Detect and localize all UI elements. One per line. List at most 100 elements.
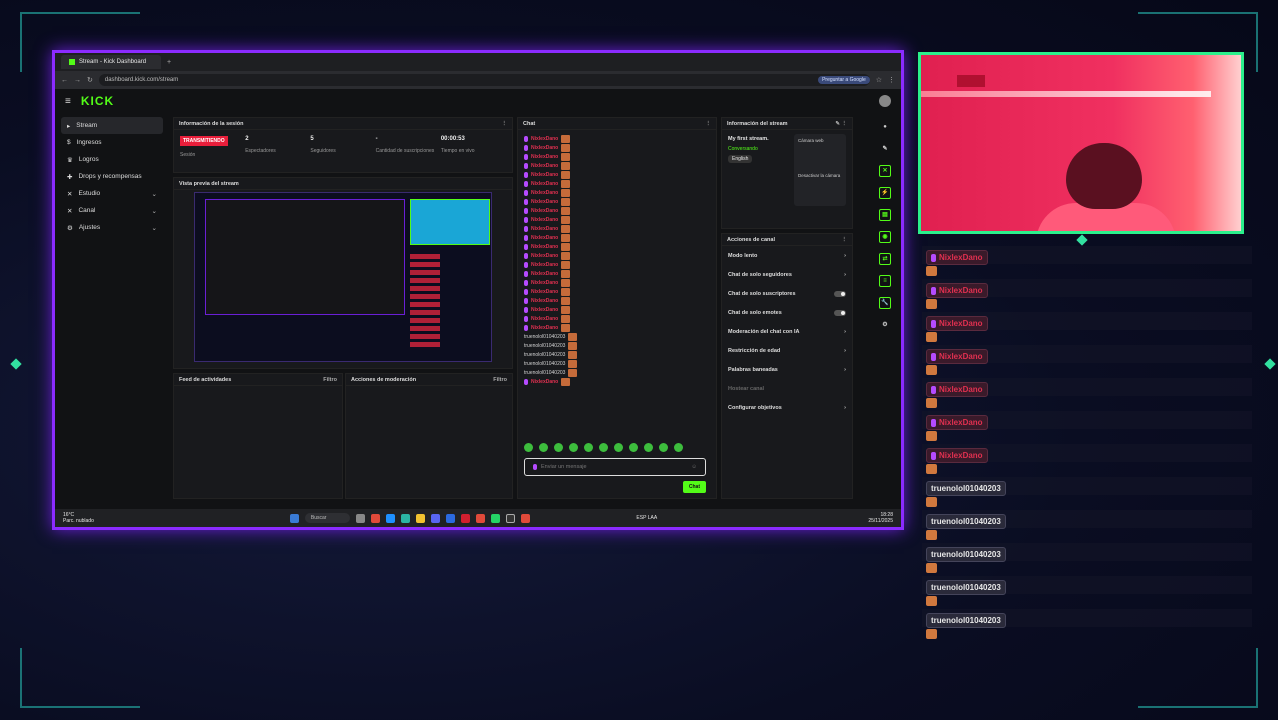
document-icon[interactable]: ▤ <box>879 209 891 221</box>
chat-bubble-icon[interactable]: ◉ <box>879 231 891 243</box>
chat-username[interactable]: NixlexDano <box>531 136 558 142</box>
taskbar-clock[interactable]: 18:28 25/11/2025 <box>868 512 893 524</box>
webcam-popup-label[interactable]: Cámara web <box>798 138 842 143</box>
obs-icon[interactable] <box>506 513 516 523</box>
chrome-icon[interactable] <box>371 513 381 523</box>
app-icon[interactable] <box>401 513 411 523</box>
info-icon[interactable]: ● <box>879 121 891 133</box>
chat-username[interactable]: NixlexDano <box>531 226 558 232</box>
chat-username[interactable]: NixlexDano <box>531 172 558 178</box>
stream-preview-video[interactable] <box>194 192 492 362</box>
chat-username[interactable]: NixlexDano <box>531 244 558 250</box>
moderation-filter-button[interactable]: Filtro <box>493 377 507 383</box>
chat-username[interactable]: NixlexDano <box>531 145 558 151</box>
channel-action-item[interactable]: Restricción de edad › <box>722 341 852 360</box>
toggle-switch[interactable] <box>834 290 846 297</box>
chat-message-input[interactable]: Enviar un mensaje ☺ <box>524 458 706 476</box>
chat-username[interactable]: NixlexDano <box>531 298 558 304</box>
emoji-picker-icon[interactable]: ☺ <box>691 464 697 470</box>
emote-icon[interactable] <box>554 443 563 452</box>
chat-username[interactable]: NixlexDano <box>531 307 558 313</box>
chat-username[interactable]: truenolol01040203 <box>524 334 565 340</box>
chat-username[interactable]: truenolol01040203 <box>524 370 565 376</box>
chat-username[interactable]: truenolol01040203 <box>524 352 565 358</box>
toggle-switch[interactable] <box>834 309 846 316</box>
chat-username[interactable]: NixlexDano <box>531 163 558 169</box>
discord-icon[interactable] <box>431 513 441 523</box>
taskbar-lang[interactable]: ESP LAA <box>636 515 657 521</box>
chat-username[interactable]: NixlexDano <box>531 316 558 322</box>
sidebar-item-ingresos[interactable]: $ Ingresos <box>61 134 163 151</box>
chat-username[interactable]: NixlexDano <box>531 325 558 331</box>
whatsapp-icon[interactable] <box>491 513 501 523</box>
forward-icon[interactable]: → <box>74 77 81 84</box>
wrench-icon[interactable]: 🔧 <box>879 297 891 309</box>
emote-icon[interactable] <box>674 443 683 452</box>
chat-username[interactable]: truenolol01040203 <box>524 361 565 367</box>
chat-username[interactable]: NixlexDano <box>531 199 558 205</box>
edit-icon[interactable]: ✎ <box>879 143 891 155</box>
chrome-icon[interactable] <box>521 513 531 523</box>
channel-action-item[interactable]: Palabras baneadas › <box>722 360 852 379</box>
channel-action-item[interactable]: Chat de solo suscriptores <box>722 284 852 303</box>
layers-icon[interactable]: ≡ <box>879 275 891 287</box>
chat-username[interactable]: NixlexDano <box>531 280 558 286</box>
activity-filter-button[interactable]: Filtro <box>323 377 337 383</box>
emote-icon[interactable] <box>584 443 593 452</box>
emote-icon[interactable] <box>539 443 548 452</box>
kick-logo[interactable]: KICK <box>81 94 114 108</box>
chat-username[interactable]: NixlexDano <box>531 190 558 196</box>
chat-username[interactable]: NixlexDano <box>531 379 558 385</box>
reload-icon[interactable]: ↻ <box>87 76 93 84</box>
folder-icon[interactable] <box>416 513 426 523</box>
expand-icon[interactable]: ✕ <box>879 165 891 177</box>
channel-action-item[interactable]: Configurar objetivos › <box>722 398 852 417</box>
chat-username[interactable]: NixlexDano <box>531 253 558 259</box>
chat-username[interactable]: NixlexDano <box>531 208 558 214</box>
settings-icon[interactable]: ⚙ <box>879 319 891 331</box>
emote-icon[interactable] <box>614 443 623 452</box>
sidebar-item-logros[interactable]: ♛ Logros <box>61 151 163 168</box>
chat-username[interactable]: NixlexDano <box>531 271 558 277</box>
chat-username[interactable]: NixlexDano <box>531 217 558 223</box>
user-avatar[interactable] <box>879 95 891 107</box>
ask-google-pill[interactable]: Preguntar a Google <box>818 76 870 84</box>
new-tab-icon[interactable]: + <box>167 59 171 66</box>
channel-action-item[interactable]: Chat de solo emotes <box>722 303 852 322</box>
channel-action-item[interactable]: Chat de solo seguidores › <box>722 265 852 284</box>
back-icon[interactable]: ← <box>61 77 68 84</box>
emote-icon[interactable] <box>569 443 578 452</box>
chrome-icon[interactable] <box>476 513 486 523</box>
taskbar-search[interactable]: Buscar <box>304 513 351 523</box>
sidebar-item-canal[interactable]: ✕ Canal ⌄ <box>61 202 163 219</box>
menu-dots-icon[interactable]: ⋮ <box>888 76 895 84</box>
sidebar-item-drops[interactable]: ✚ Drops y recompensas <box>61 168 163 185</box>
chat-username[interactable]: NixlexDano <box>531 181 558 187</box>
hamburger-menu-icon[interactable]: ≡ <box>65 96 71 107</box>
emote-icon[interactable] <box>659 443 668 452</box>
address-bar[interactable]: dashboard.kick.com/stream Preguntar a Go… <box>98 74 870 86</box>
chat-username[interactable]: truenolol01040203 <box>524 343 565 349</box>
store-icon[interactable] <box>446 513 456 523</box>
windows-start-icon[interactable] <box>289 513 299 523</box>
flash-icon[interactable]: ⚡ <box>879 187 891 199</box>
channel-action-item[interactable]: Modo lento › <box>722 246 852 265</box>
app-icon[interactable] <box>461 513 471 523</box>
emote-icon[interactable] <box>629 443 638 452</box>
emote-icon[interactable] <box>599 443 608 452</box>
emote-icon[interactable] <box>644 443 653 452</box>
panel-menu-icon[interactable]: ⋮ <box>842 237 848 243</box>
chat-send-button[interactable]: Chat <box>682 481 706 493</box>
panel-menu-icon[interactable]: ⋮ <box>502 121 508 127</box>
webcam-popup-caption[interactable]: Desactivar la cámara <box>798 173 842 178</box>
emote-icon[interactable] <box>524 443 533 452</box>
browser-tab[interactable]: Stream - Kick Dashboard <box>61 55 161 69</box>
chat-username[interactable]: NixlexDano <box>531 262 558 268</box>
chat-username[interactable]: NixlexDano <box>531 154 558 160</box>
channel-action-item[interactable]: Moderación del chat con IA › <box>722 322 852 341</box>
weather-widget[interactable]: 16°C Parc. nublado <box>63 512 94 524</box>
chat-username[interactable]: NixlexDano <box>531 289 558 295</box>
sidebar-item-stream[interactable]: ▸ Stream <box>61 117 163 134</box>
edit-icon[interactable]: ✎ ⋮ <box>835 121 847 127</box>
edge-icon[interactable] <box>386 513 396 523</box>
